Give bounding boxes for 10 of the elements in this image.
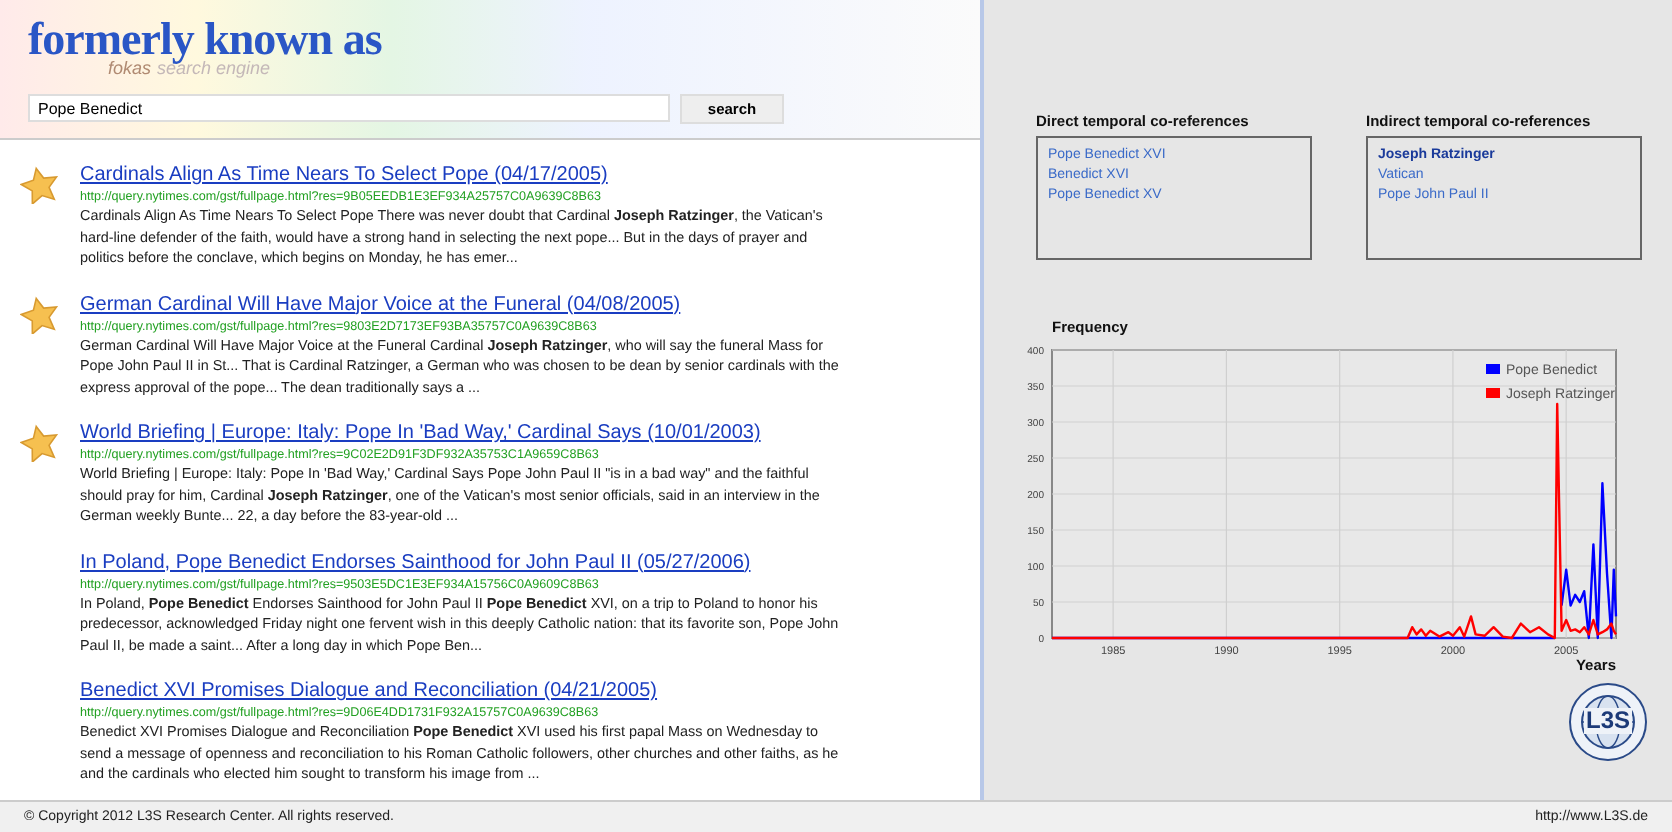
search-field[interactable]: Pope Benedict	[28, 94, 670, 122]
logo-subtitle: search engine	[157, 58, 271, 80]
result-title-link[interactable]: Benedict XVI Promises Dialogue and Reconciliation (04/21/2005)	[80, 680, 658, 702]
logo-brand: fokas	[108, 58, 152, 80]
result-title-link[interactable]: In Poland, Pope Benedict Endorses Sainthood for John Paul II (05/27/2006)	[80, 551, 751, 573]
logo-title: formerly known as	[28, 16, 382, 64]
logo-text: L3S	[1584, 708, 1633, 734]
result-title-link[interactable]: German Cardinal Will Have Major Voice at the Funeral (04/08/2005)	[80, 293, 681, 315]
result-title-link[interactable]: Cardinals Align As Time Nears To Select Pope (04/17/2005)	[80, 164, 608, 186]
result-title-link[interactable]: World Briefing | Europe: Italy: Pope In 'Bad Way,' Cardinal Says (10/01/2003)	[80, 422, 761, 444]
